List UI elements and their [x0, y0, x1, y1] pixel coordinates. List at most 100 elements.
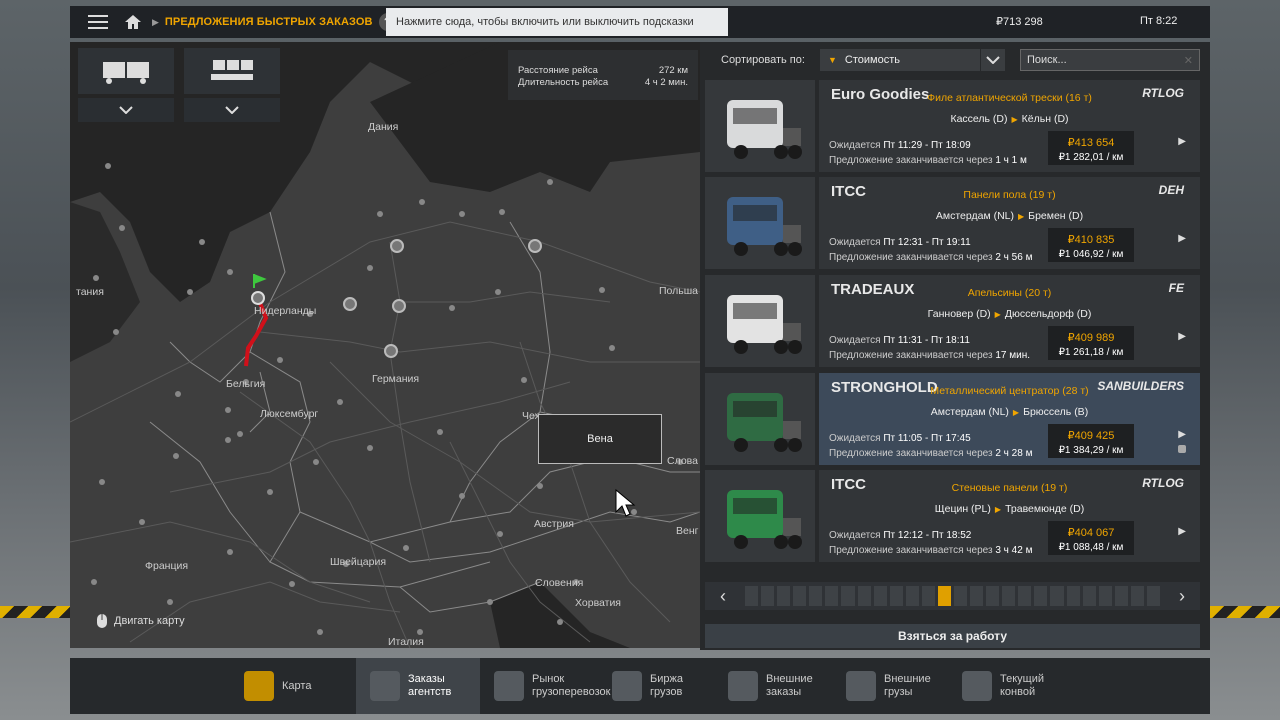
- page-indicator[interactable]: [970, 586, 984, 606]
- job-info[interactable]: Euro Goodies RTLOG Филе атлантической тр…: [819, 80, 1200, 172]
- play-icon[interactable]: ▶: [1178, 331, 1186, 342]
- page-indicator[interactable]: [1066, 586, 1080, 606]
- job-price: ₽404 067: [1067, 527, 1115, 539]
- job-info[interactable]: ITCC RTLOG Стеновые панели (19 т) Щецин …: [819, 470, 1200, 562]
- page-indicator[interactable]: [745, 586, 759, 606]
- previous-page-icon[interactable]: ‹: [705, 582, 741, 610]
- clear-icon[interactable]: ✕: [1184, 54, 1193, 67]
- job-info[interactable]: STRONGHOLD SANBUILDERS Металлический цен…: [819, 373, 1200, 465]
- job-row[interactable]: ITCC RTLOG Стеновые панели (19 т) Щецин …: [705, 470, 1200, 562]
- sort-select[interactable]: ▼ Стоимость: [820, 49, 980, 71]
- truck-image: [705, 177, 815, 269]
- play-icon[interactable]: ▶: [1178, 233, 1186, 244]
- map-label-croatia: Хорватия: [575, 597, 621, 609]
- page-indicator[interactable]: [1098, 586, 1112, 606]
- distance-label: Расстояние рейса: [518, 65, 598, 76]
- tab-map[interactable]: Карта: [230, 658, 356, 714]
- cargo-filter-chevron-down-icon[interactable]: [184, 98, 280, 122]
- job-info[interactable]: ITCC DEH Панели пола (19 т) Амстердам (N…: [819, 177, 1200, 269]
- expires-label: Предложение заканчивается через: [829, 448, 993, 459]
- page-indicator[interactable]: [777, 586, 791, 606]
- job-row[interactable]: Euro Goodies RTLOG Филе атлантической тр…: [705, 80, 1200, 172]
- tab-label: Внешние заказы: [766, 673, 813, 698]
- page-indicator[interactable]: [1130, 586, 1144, 606]
- convoy-icon: [962, 671, 992, 701]
- page-indicator[interactable]: [905, 586, 919, 606]
- expires-value: 2 ч 56 м: [995, 252, 1033, 263]
- map-label-denmark: Дания: [368, 121, 399, 133]
- page-indicator[interactable]: [921, 586, 935, 606]
- map-label-britain: тания: [76, 286, 104, 298]
- page-indicator[interactable]: [937, 586, 952, 606]
- page-indicator[interactable]: [873, 586, 887, 606]
- distance-value: 272 км: [658, 65, 688, 76]
- page-indicator[interactable]: [1018, 586, 1032, 606]
- menu-icon[interactable]: [78, 6, 118, 38]
- play-icon[interactable]: ▶: [1178, 526, 1186, 537]
- globe-cargo-icon: [846, 671, 876, 701]
- expected-value: Пт 11:31 - Пт 18:11: [883, 335, 970, 346]
- home-icon[interactable]: [118, 6, 148, 38]
- sort-label: Сортировать по:: [721, 54, 805, 66]
- page-indicator[interactable]: [793, 586, 807, 606]
- pager: ‹ ›: [705, 582, 1200, 610]
- job-row[interactable]: TRADEAUX FE Апельсины (20 т) Ганновер (D…: [705, 275, 1200, 367]
- page-indicator[interactable]: [841, 586, 855, 606]
- tab-freight[interactable]: Биржа грузов: [598, 658, 714, 714]
- page-indicator[interactable]: [1050, 586, 1064, 606]
- tab-globe[interactable]: Внешние заказы: [714, 658, 832, 714]
- map-label-slovakia: Слова: [667, 455, 698, 467]
- next-page-icon[interactable]: ›: [1164, 582, 1200, 610]
- sort-chevron-down-icon[interactable]: [981, 49, 1005, 71]
- job-row[interactable]: ITCC DEH Панели пола (19 т) Амстердам (N…: [705, 177, 1200, 269]
- map-label-germany: Германия: [372, 373, 420, 385]
- tab-convoy[interactable]: Текущий конвой: [948, 658, 1064, 714]
- page-indicator[interactable]: [954, 586, 968, 606]
- page-indicator[interactable]: [761, 586, 775, 606]
- map-label-italy: Италия: [388, 636, 424, 648]
- take-job-button[interactable]: Взяться за работу: [705, 624, 1200, 648]
- page-indicator[interactable]: [1034, 586, 1048, 606]
- truck-filter-chevron-down-icon[interactable]: [78, 98, 174, 122]
- expected-value: Пт 11:29 - Пт 18:09: [883, 140, 971, 151]
- game-clock: Пт 8:22: [1140, 15, 1178, 27]
- breadcrumb[interactable]: ПРЕДЛОЖЕНИЯ БЫСТРЫХ ЗАКАЗОВ: [165, 16, 373, 28]
- cargo-filter-button[interactable]: [184, 48, 280, 94]
- page-indicator[interactable]: [1082, 586, 1096, 606]
- expected-label: Ожидается: [829, 237, 881, 248]
- truck-filter-button[interactable]: [78, 48, 174, 94]
- page-indicator[interactable]: [857, 586, 871, 606]
- market-icon: [494, 671, 524, 701]
- page-indicator[interactable]: [1002, 586, 1016, 606]
- map-panel[interactable]: Расстояние рейса 272 км Длительность рейс…: [70, 42, 700, 648]
- search-input[interactable]: Поиск... ✕: [1020, 49, 1200, 71]
- job-rate: ₽1 088,48 / км: [1058, 542, 1124, 553]
- job-row[interactable]: STRONGHOLD SANBUILDERS Металлический цен…: [705, 373, 1200, 465]
- expected-label: Ожидается: [829, 335, 881, 346]
- tab-label: Внешние грузы: [884, 673, 931, 698]
- map-icon: [244, 671, 274, 701]
- page-indicator[interactable]: [809, 586, 823, 606]
- page-indicator[interactable]: [1146, 586, 1161, 606]
- map-label-belgium: Бельгия: [226, 378, 266, 390]
- job-route: Кассель (D) ▶ Кёльн (D): [819, 113, 1200, 125]
- job-rate: ₽1 282,01 / км: [1058, 152, 1124, 163]
- route-origin: Щецин (PL): [934, 503, 991, 515]
- play-icon[interactable]: ▶: [1178, 136, 1186, 147]
- hint-toggle[interactable]: Нажмите сюда, чтобы включить или выключи…: [386, 8, 728, 36]
- page-indicator[interactable]: [889, 586, 903, 606]
- job-rate: ₽1 384,29 / км: [1058, 445, 1124, 456]
- tab-globe-cargo[interactable]: Внешние грузы: [832, 658, 948, 714]
- map-label-hungary: Венг: [676, 525, 699, 537]
- page-indicator[interactable]: [986, 586, 1000, 606]
- job-route: Амстердам (NL) ▶ Бремен (D): [819, 210, 1200, 222]
- job-price: ₽409 989: [1067, 332, 1115, 344]
- tab-label: Заказы агентств: [408, 673, 452, 698]
- tab-market[interactable]: Рынок грузоперевозок: [480, 658, 610, 714]
- page-indicator[interactable]: [1114, 586, 1128, 606]
- pallet-icon: [211, 60, 253, 80]
- tab-clock[interactable]: Заказы агентств: [356, 658, 480, 714]
- job-info[interactable]: TRADEAUX FE Апельсины (20 т) Ганновер (D…: [819, 275, 1200, 367]
- play-icon[interactable]: ▶: [1178, 429, 1186, 440]
- page-indicator[interactable]: [825, 586, 839, 606]
